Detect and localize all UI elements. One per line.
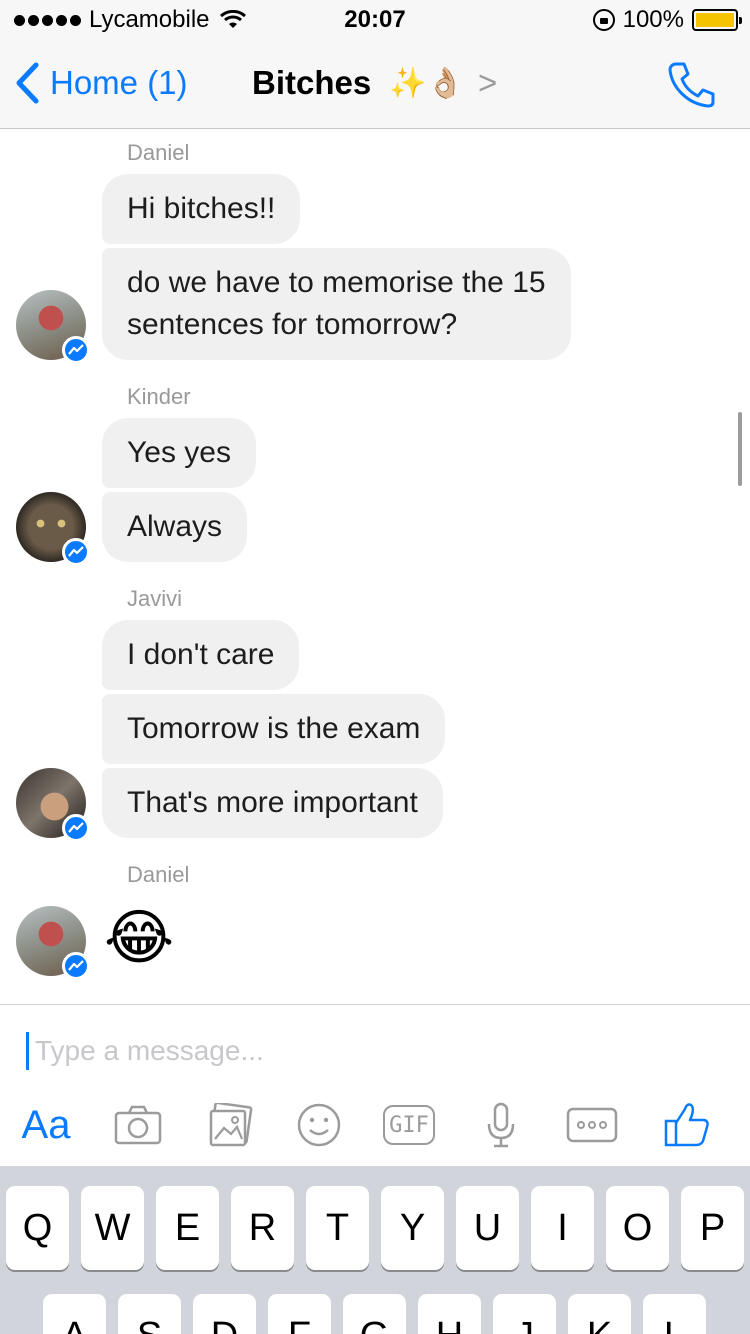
key-u[interactable]: U: [456, 1186, 519, 1270]
message-text: That's more important: [127, 786, 418, 819]
text-format-button[interactable]: Aa: [20, 1097, 72, 1153]
gif-icon: GIF: [383, 1105, 435, 1145]
message-text: Hi bitches!!: [127, 192, 276, 225]
sender-name: Kinder: [127, 384, 191, 409]
key-q[interactable]: Q: [6, 1186, 69, 1270]
scroll-indicator[interactable]: [738, 412, 742, 486]
message-bubble[interactable]: That's more important: [102, 768, 443, 838]
microphone-icon: [487, 1102, 515, 1148]
battery-group: 100%: [592, 6, 742, 34]
title-emoji: ✨👌🏼: [389, 66, 464, 100]
gif-label: GIF: [389, 1112, 429, 1138]
message-text: Yes yes: [127, 436, 231, 469]
key-t[interactable]: T: [306, 1186, 369, 1270]
microphone-button[interactable]: [484, 1097, 518, 1153]
message-text: Tomorrow is the exam: [127, 712, 421, 745]
text-caret: [26, 1032, 29, 1070]
like-button[interactable]: [662, 1097, 712, 1153]
gif-button[interactable]: GIF: [382, 1097, 436, 1153]
message-bubble[interactable]: I don't care: [102, 620, 300, 690]
message-text: Always: [127, 510, 223, 543]
emoji-icon: [297, 1103, 341, 1147]
key-d[interactable]: D: [193, 1294, 256, 1334]
avatar[interactable]: [16, 906, 90, 980]
message-bubble[interactable]: Yes yes: [102, 418, 256, 488]
back-button[interactable]: Home (1): [14, 62, 188, 104]
photo-icon: [209, 1103, 253, 1147]
back-chevron-icon: [16, 62, 39, 104]
key-f[interactable]: F: [268, 1294, 331, 1334]
key-h[interactable]: H: [418, 1294, 481, 1334]
messenger-badge-icon: [62, 538, 90, 566]
avatar[interactable]: [16, 290, 90, 364]
avatar[interactable]: [16, 768, 90, 842]
key-j[interactable]: J: [493, 1294, 556, 1334]
key-w[interactable]: W: [81, 1186, 144, 1270]
key-r[interactable]: R: [231, 1186, 294, 1270]
key-l[interactable]: L: [643, 1294, 706, 1334]
key-g[interactable]: G: [343, 1294, 406, 1334]
message-text: do we have to memorise the 15: [127, 266, 546, 299]
photo-button[interactable]: [204, 1097, 256, 1153]
sender-name: Daniel: [127, 862, 190, 887]
conversation-title[interactable]: Bitches ✨👌🏼 >: [252, 64, 497, 102]
battery-icon: [692, 9, 742, 31]
camera-button[interactable]: [112, 1097, 164, 1153]
keyboard: Q W E R T Y U I O P A S D F G H J K L: [0, 1166, 750, 1334]
phone-icon: [668, 62, 715, 108]
message-bubble[interactable]: Hi bitches!!: [102, 174, 301, 244]
camera-icon: [114, 1105, 162, 1145]
sender-name: Daniel: [127, 140, 190, 165]
message-text: sentences for tomorrow?: [127, 308, 458, 341]
messenger-badge-icon: [62, 336, 90, 364]
message-bubble[interactable]: Always: [102, 492, 248, 562]
key-s[interactable]: S: [118, 1294, 181, 1334]
conversation-name: Bitches: [252, 64, 372, 101]
message-list[interactable]: Daniel Hi bitches!! do we have to memori…: [0, 130, 750, 1004]
key-i[interactable]: I: [531, 1186, 594, 1270]
composer: Type a message... Aa GIF: [0, 1004, 750, 1166]
back-label: Home (1): [50, 64, 188, 101]
key-e[interactable]: E: [156, 1186, 219, 1270]
message-text: I don't care: [127, 638, 275, 671]
like-icon: [664, 1103, 709, 1147]
avatar[interactable]: [16, 492, 90, 566]
status-bar: Lycamobile 20:07 100%: [0, 0, 750, 40]
navigation-bar: Home (1) Bitches ✨👌🏼 >: [0, 40, 750, 129]
call-button[interactable]: [666, 60, 716, 113]
chevron-right-icon: >: [477, 64, 498, 101]
sender-name: Javivi: [127, 586, 183, 611]
battery-percent: 100%: [622, 6, 684, 33]
text-format-icon: Aa: [21, 1102, 71, 1147]
more-icon: [566, 1107, 618, 1143]
emoji-message[interactable]: 😂: [104, 902, 174, 974]
key-p[interactable]: P: [681, 1186, 744, 1270]
messenger-badge-icon: [62, 814, 90, 842]
key-o[interactable]: O: [606, 1186, 669, 1270]
more-button[interactable]: [566, 1097, 618, 1153]
emoji-button[interactable]: [296, 1097, 342, 1153]
composer-toolbar: Aa GIF: [0, 1097, 750, 1153]
message-placeholder: Type a message...: [35, 1035, 264, 1066]
key-y[interactable]: Y: [381, 1186, 444, 1270]
key-k[interactable]: K: [568, 1294, 631, 1334]
orientation-lock-icon: [592, 9, 615, 31]
key-a[interactable]: A: [43, 1294, 106, 1334]
message-input[interactable]: Type a message...: [26, 1031, 716, 1071]
message-bubble[interactable]: Tomorrow is the exam: [102, 694, 446, 764]
messenger-badge-icon: [62, 952, 90, 980]
message-bubble[interactable]: do we have to memorise the 15 sentences …: [102, 248, 571, 360]
